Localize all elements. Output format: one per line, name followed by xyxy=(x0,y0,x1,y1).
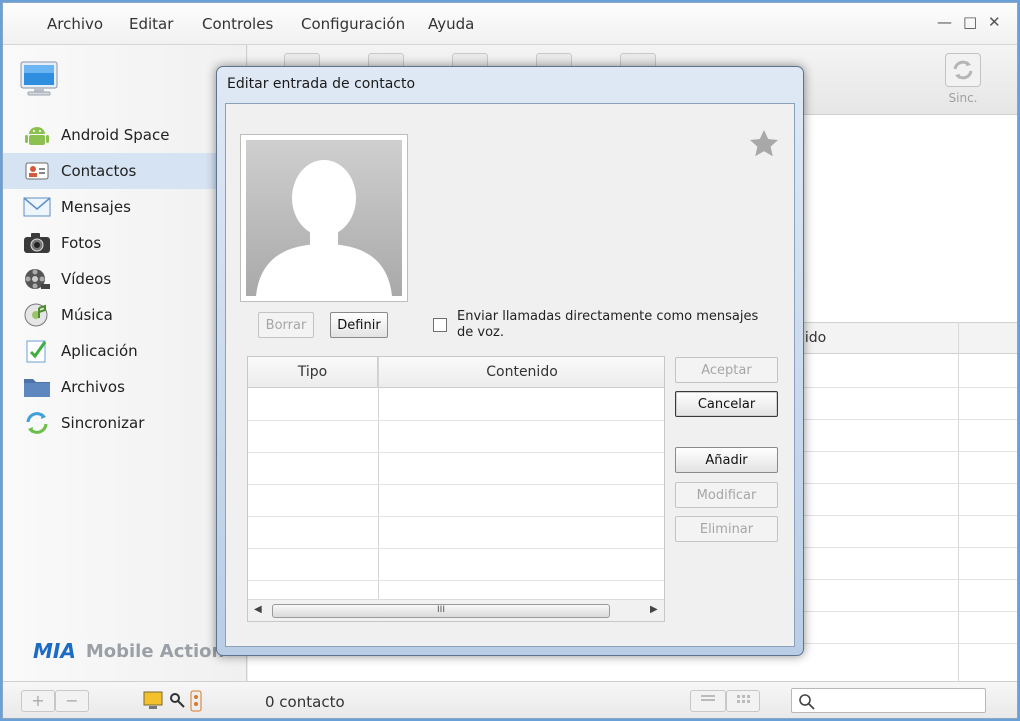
add-contact-button[interactable]: + xyxy=(21,690,55,712)
contact-photo-frame[interactable] xyxy=(240,134,408,302)
sidebar-item-label: Contactos xyxy=(61,162,137,180)
sidebar-item-mensajes[interactable]: Mensajes xyxy=(3,189,247,225)
scroll-left-icon[interactable]: ◀ xyxy=(254,604,262,615)
brand-logo: MIA Mobile Action xyxy=(33,639,224,663)
default-avatar-icon xyxy=(246,140,402,296)
sidebar-item-musica[interactable]: Música xyxy=(3,297,247,333)
table-row xyxy=(248,516,664,517)
grid-view-icon xyxy=(737,695,750,703)
search-icon xyxy=(799,694,815,710)
android-icon xyxy=(23,122,51,148)
list-view-icon xyxy=(701,695,715,701)
voicemail-checkbox[interactable] xyxy=(433,318,447,332)
connection-status-icon[interactable] xyxy=(143,689,207,717)
sidebar-item-label: Música xyxy=(61,306,113,324)
sidebar-item-label: Aplicación xyxy=(61,342,138,360)
sidebar-item-label: Android Space xyxy=(61,126,170,144)
column-header-tipo[interactable]: Tipo xyxy=(248,357,378,388)
menu-editar[interactable]: Editar xyxy=(129,15,173,33)
menu-configuracion[interactable]: Configuración xyxy=(301,15,405,33)
column-divider xyxy=(378,357,379,601)
sidebar-item-label: Sincronizar xyxy=(61,414,145,432)
set-photo-button[interactable]: Definir xyxy=(330,312,388,338)
brand-name: Mobile Action xyxy=(85,640,225,662)
sidebar-item-archivos[interactable]: Archivos xyxy=(3,369,247,405)
modify-field-button[interactable]: Modificar xyxy=(675,482,778,508)
menu-archivo[interactable]: Archivo xyxy=(47,15,103,33)
scroll-right-icon[interactable]: ▶ xyxy=(650,604,658,615)
sidebar-item-contactos[interactable]: Contactos xyxy=(3,153,247,189)
column-header-contenido[interactable]: Contenido xyxy=(378,357,664,388)
table-row xyxy=(248,548,664,549)
envelope-icon xyxy=(23,194,51,220)
checklist-icon xyxy=(23,338,51,364)
minimize-button[interactable]: — xyxy=(937,13,952,31)
sidebar-item-aplicacion[interactable]: Aplicación xyxy=(3,333,247,369)
sync-label: Sinc. xyxy=(948,91,978,105)
music-disc-icon xyxy=(23,302,51,328)
sync-button[interactable]: Sinc. xyxy=(943,53,983,105)
table-row xyxy=(248,484,664,485)
accept-button[interactable]: Aceptar xyxy=(675,357,778,383)
delete-field-button[interactable]: Eliminar xyxy=(675,516,778,542)
clear-photo-button[interactable]: Borrar xyxy=(258,312,314,338)
contact-count: 0 contacto xyxy=(265,693,345,711)
dialog-title: Editar entrada de contacto xyxy=(227,76,416,92)
sidebar-item-label: Vídeos xyxy=(61,270,112,288)
sidebar-item-sincronizar[interactable]: Sincronizar xyxy=(3,405,247,441)
grid-view-button[interactable] xyxy=(726,690,760,712)
sidebar: Android Space Contactos Mensajes Fotos V… xyxy=(3,45,247,681)
table-row xyxy=(248,420,664,421)
edit-contact-dialog: Editar entrada de contacto Borrar Defini… xyxy=(216,66,804,656)
dialog-body: Borrar Definir Enviar llamadas directame… xyxy=(225,103,795,647)
horizontal-scrollbar[interactable]: ◀ III ▶ xyxy=(248,599,664,621)
contact-fields-table: Tipo Contenido ◀ III ▶ xyxy=(247,356,665,622)
menu-controles[interactable]: Controles xyxy=(202,15,273,33)
sidebar-item-label: Archivos xyxy=(61,378,125,396)
cancel-button[interactable]: Cancelar xyxy=(675,391,778,417)
sync-arrows-icon xyxy=(23,410,51,436)
mia-logo: MIA xyxy=(33,639,76,663)
monitor-icon xyxy=(19,59,59,103)
add-field-button[interactable]: Añadir xyxy=(675,447,778,473)
sidebar-item-label: Fotos xyxy=(61,234,102,252)
scrollbar-thumb[interactable]: III xyxy=(272,604,610,618)
sidebar-item-fotos[interactable]: Fotos xyxy=(3,225,247,261)
folder-icon xyxy=(23,374,51,400)
camera-icon xyxy=(23,230,51,256)
voicemail-checkbox-label: Enviar llamadas directamente como mensaj… xyxy=(457,309,759,340)
table-row xyxy=(248,580,664,581)
search-field[interactable] xyxy=(791,688,986,713)
sidebar-item-label: Mensajes xyxy=(61,198,131,216)
close-button[interactable]: ✕ xyxy=(988,13,1001,31)
sync-icon xyxy=(945,53,981,87)
list-view-button[interactable] xyxy=(690,690,726,712)
sidebar-item-videos[interactable]: Vídeos xyxy=(3,261,247,297)
remove-contact-button[interactable]: − xyxy=(55,690,89,712)
film-reel-icon xyxy=(23,266,51,292)
sidebar-item-android-space[interactable]: Android Space xyxy=(3,117,247,153)
contacts-card-icon xyxy=(23,158,51,184)
status-bar: + − 0 contacto xyxy=(3,681,1017,718)
menu-bar: Archivo Editar Controles Configuración A… xyxy=(3,3,1017,45)
grid-divider xyxy=(958,322,959,682)
favorite-star-icon[interactable] xyxy=(748,128,780,164)
maximize-button[interactable]: □ xyxy=(963,13,977,31)
table-row xyxy=(248,452,664,453)
menu-ayuda[interactable]: Ayuda xyxy=(428,15,474,33)
